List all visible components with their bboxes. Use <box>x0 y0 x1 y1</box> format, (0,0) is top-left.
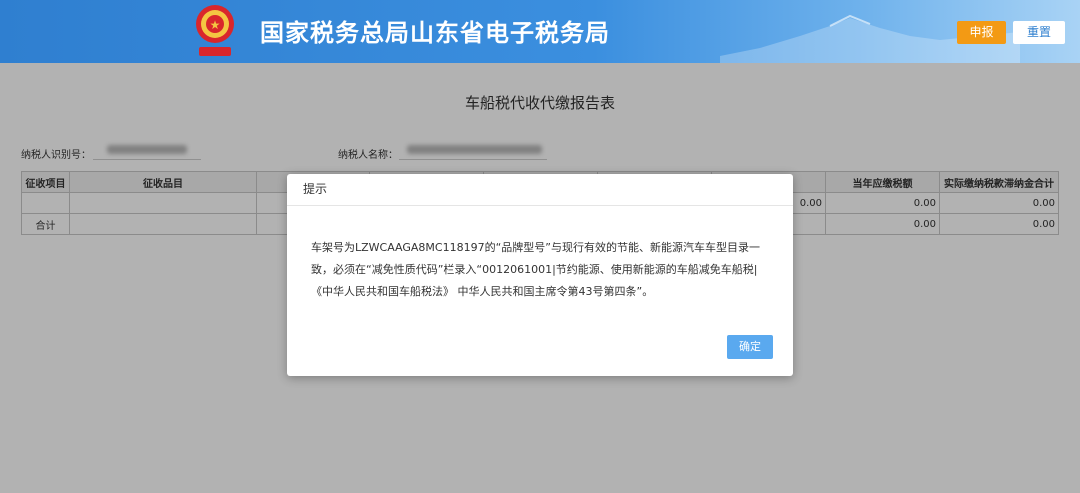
submit-button[interactable]: 申报 <box>957 21 1006 44</box>
alert-dialog: 提示 车架号为LZWCAAGA8MC118197的“品牌型号”与现行有效的节能、… <box>287 174 793 376</box>
dialog-title: 提示 <box>287 174 793 206</box>
tax-emblem-icon: ★ <box>196 5 234 56</box>
site-header: ★ 国家税务总局山东省电子税务局 申报 重置 <box>0 0 1080 63</box>
confirm-button[interactable]: 确定 <box>727 335 773 359</box>
site-title: 国家税务总局山东省电子税务局 <box>260 19 610 47</box>
dialog-message: 车架号为LZWCAAGA8MC118197的“品牌型号”与现行有效的节能、新能源… <box>311 241 760 298</box>
reset-button[interactable]: 重置 <box>1013 21 1065 44</box>
svg-text:★: ★ <box>210 18 221 32</box>
